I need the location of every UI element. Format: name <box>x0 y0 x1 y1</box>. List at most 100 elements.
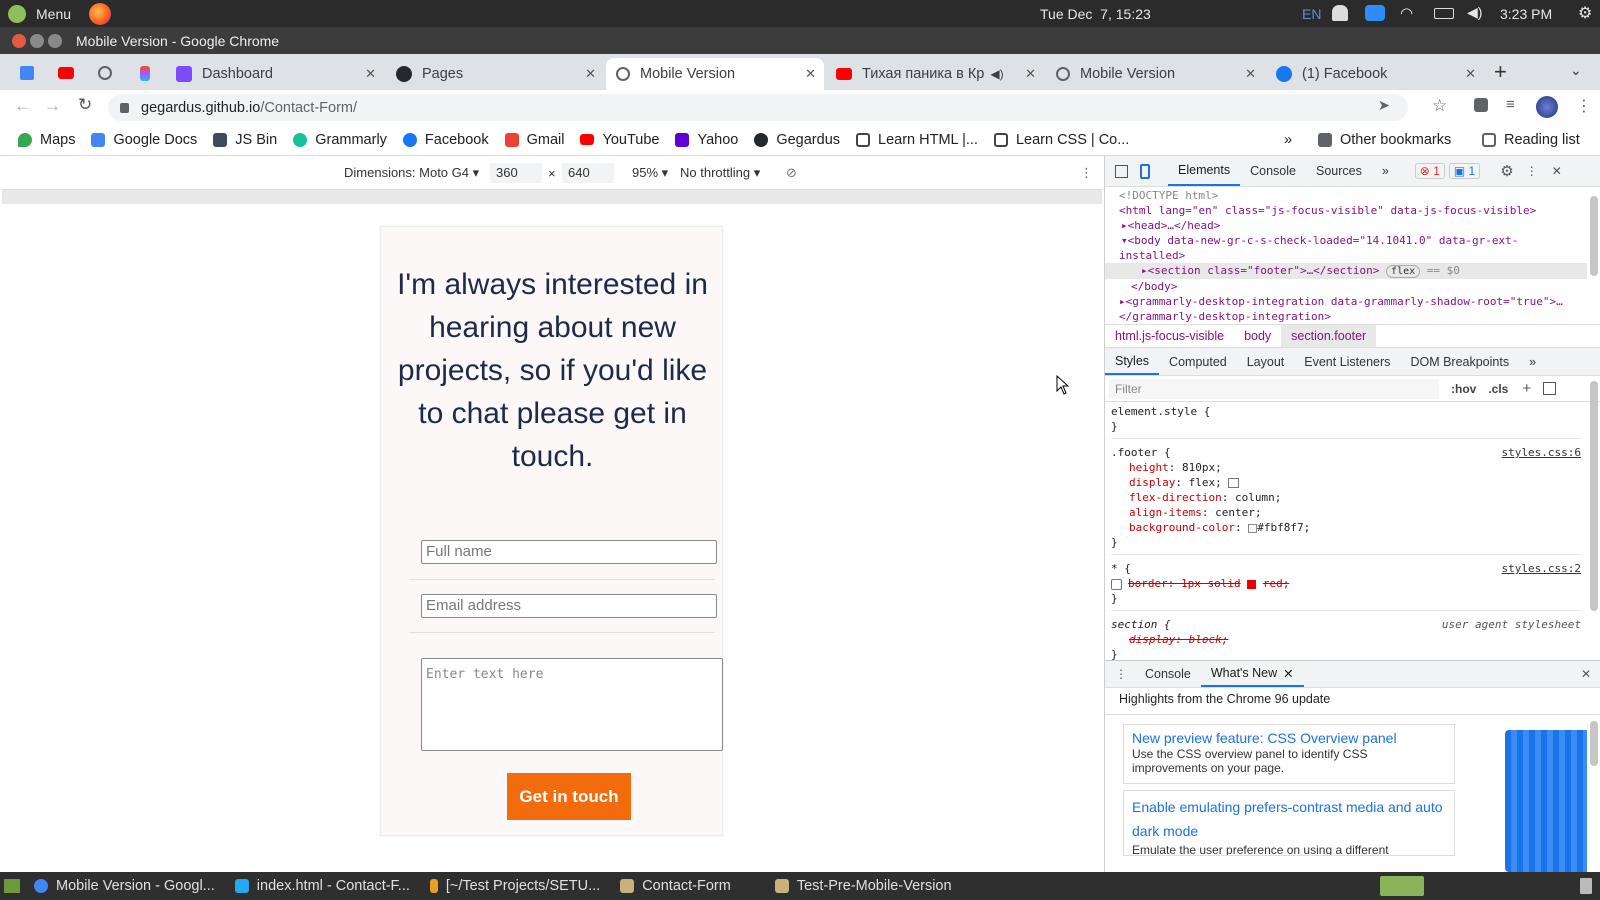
dom-line[interactable]: </body> <box>1119 279 1587 294</box>
rule-source-link[interactable]: styles.css:6 <box>1502 445 1581 460</box>
rule-source-link[interactable]: styles.css:2 <box>1502 561 1581 576</box>
feature-card-title[interactable]: New preview feature: CSS Overview panel <box>1132 729 1446 747</box>
taskbar-item-contact-form[interactable]: Contact-Form <box>620 878 731 894</box>
trash-icon[interactable] <box>1580 878 1592 894</box>
tab-sources[interactable]: Sources <box>1306 164 1372 178</box>
globe-pinned-tab-icon[interactable] <box>98 66 112 80</box>
dom-line[interactable]: <!DOCTYPE html> <box>1119 188 1587 203</box>
css-value[interactable]: flex; <box>1189 476 1222 489</box>
footer-rule[interactable]: .footer { styles.css:6 height: 810px; di… <box>1111 439 1581 555</box>
taskbar-item-test-pre-mobile[interactable]: Test-Pre-Mobile-Version <box>774 878 952 894</box>
notification-bell-icon[interactable] <box>1332 5 1348 21</box>
dom-line[interactable]: installed> <box>1119 248 1587 263</box>
tab-dom-breakpoints[interactable]: DOM Breakpoints <box>1400 355 1519 369</box>
get-in-touch-button[interactable]: Get in touch <box>507 773 631 820</box>
wifi-icon[interactable]: ◠ <box>1400 4 1413 22</box>
breadcrumb-item-active[interactable]: section.footer <box>1281 325 1377 347</box>
menu-label[interactable]: Menu <box>36 6 71 22</box>
property-checkbox[interactable] <box>1111 578 1122 590</box>
section-ua-rule[interactable]: section { user agent stylesheet display:… <box>1111 611 1581 664</box>
tab-layout[interactable]: Layout <box>1237 355 1295 369</box>
taskbar-item-terminal[interactable]: [~/Test Projects/SETU... <box>429 878 600 894</box>
css-value-disabled[interactable]: red; <box>1263 577 1290 590</box>
bookmark-google-docs[interactable]: Google Docs <box>91 132 197 148</box>
devtools-menu-icon[interactable]: ⋮ <box>1526 164 1538 178</box>
tab-event-listeners[interactable]: Event Listeners <box>1294 355 1400 369</box>
close-icon[interactable]: ✕ <box>805 66 816 82</box>
bookmark-star-icon[interactable]: ☆ <box>1432 96 1447 116</box>
tab-pages[interactable]: Pages ✕ <box>386 58 604 90</box>
dom-line[interactable]: ▾<body data-new-gr-c-s-check-loaded="14.… <box>1119 233 1587 248</box>
clock-date[interactable]: Tue Dec 7, 15:23 <box>1040 6 1151 22</box>
dom-line[interactable]: ▸<grammarly-desktop-integration data-gra… <box>1119 294 1587 309</box>
device-toggle-icon[interactable] <box>1140 163 1150 179</box>
css-prop[interactable]: height <box>1129 461 1169 474</box>
tab-console[interactable]: Console <box>1240 164 1306 178</box>
close-icon[interactable]: ✕ <box>1283 666 1293 681</box>
minimize-window-button[interactable] <box>30 33 44 48</box>
mint-menu-icon[interactable] <box>8 4 26 23</box>
email-input[interactable]: Email address <box>421 594 717 618</box>
tab-mobile-version-active[interactable]: Mobile Version ✕ <box>606 58 824 90</box>
forward-arrow-icon[interactable]: → <box>44 96 61 116</box>
bookmark-yahoo[interactable]: Yahoo <box>675 132 738 148</box>
drawer-scrollbar[interactable] <box>1590 721 1598 766</box>
bookmark-js-bin[interactable]: JS Bin <box>213 132 277 148</box>
avatar[interactable] <box>1536 96 1558 118</box>
css-value[interactable]: column; <box>1235 491 1281 504</box>
bookmark-facebook[interactable]: Facebook <box>402 132 489 148</box>
taskbar-item-chrome[interactable]: Mobile Version - Googl... <box>34 878 215 894</box>
bookmark-youtube[interactable]: YouTube <box>580 132 659 148</box>
drawer-tab-console[interactable]: Console <box>1135 667 1201 681</box>
dom-line[interactable]: ▸<head>…</head> <box>1119 218 1587 233</box>
close-icon[interactable]: ✕ <box>1025 66 1036 82</box>
figma-pinned-tab-icon[interactable] <box>140 66 150 81</box>
new-style-rule-icon[interactable]: + <box>1522 380 1531 397</box>
hover-state-toggle[interactable]: :hov <box>1451 382 1476 396</box>
youtube-pinned-tab-icon[interactable] <box>58 67 74 79</box>
tab-youtube-video[interactable]: Тихая паника в Кр ◀) ✕ <box>826 58 1044 90</box>
bookmark-other-bookmarks[interactable]: Other bookmarks <box>1318 132 1451 148</box>
url-path[interactable]: /Contact-Form/ <box>260 100 357 116</box>
tab-computed[interactable]: Computed <box>1159 355 1237 369</box>
reading-list-button[interactable]: Reading list <box>1482 132 1580 148</box>
breadcrumb-item[interactable]: body <box>1234 329 1281 343</box>
firefox-launcher-icon[interactable] <box>89 2 112 25</box>
bookmark-gmail[interactable]: Gmail <box>504 132 564 148</box>
close-window-button[interactable] <box>12 33 26 48</box>
address-bar[interactable]: gegardus.github.io/Contact-Form/ ➤ <box>108 94 1408 121</box>
tab-dashboard[interactable]: Dashboard ✕ <box>166 58 384 90</box>
keyboard-layout-indicator[interactable]: EN <box>1302 6 1321 22</box>
gear-icon[interactable]: ⚙ <box>1578 3 1592 23</box>
tab-elements[interactable]: Elements <box>1168 156 1241 186</box>
close-drawer-icon[interactable]: ✕ <box>1581 667 1591 681</box>
dom-line[interactable]: <html lang="en" class="js-focus-visible"… <box>1119 203 1587 218</box>
throttling-dropdown[interactable]: No throttling ▾ <box>680 165 760 181</box>
bookmark-grammarly[interactable]: Grammarly <box>293 132 387 148</box>
universal-rule[interactable]: * { styles.css:2 border: 1px solid red; … <box>1111 555 1581 611</box>
viewport-height-input[interactable]: 640 <box>562 163 614 183</box>
dom-line[interactable]: </grammarly-desktop-integration> <box>1119 309 1587 323</box>
close-icon[interactable]: ✕ <box>1465 66 1476 82</box>
class-toggle[interactable]: .cls <box>1488 382 1508 396</box>
more-tabs-chevron[interactable]: » <box>1372 164 1399 178</box>
css-prop[interactable]: flex-direction <box>1129 491 1222 504</box>
css-value[interactable]: 810px; <box>1182 461 1222 474</box>
device-dimensions-dropdown[interactable]: Dimensions: Moto G4 ▾ <box>344 165 479 181</box>
chrome-menu-icon[interactable]: ⋮ <box>1576 96 1592 116</box>
lock-icon[interactable] <box>120 102 129 113</box>
bookmark-gegardus[interactable]: Gegardus <box>754 132 840 148</box>
css-prop[interactable]: background-color <box>1129 521 1235 534</box>
css-prop-overridden[interactable]: display: block; <box>1129 633 1228 646</box>
rotate-icon[interactable]: ⊘ <box>786 165 797 181</box>
show-desktop-icon[interactable] <box>4 879 20 893</box>
settings-gear-icon[interactable]: ⚙ <box>1500 162 1513 180</box>
clock-time[interactable]: 3:23 PM <box>1500 6 1552 22</box>
zoom-dropdown[interactable]: 95% ▾ <box>632 165 668 181</box>
close-icon[interactable]: ✕ <box>585 66 596 82</box>
reload-icon[interactable]: ↻ <box>78 95 92 115</box>
element-style-rule[interactable]: element.style { } <box>1111 404 1581 439</box>
close-icon[interactable]: ✕ <box>365 66 376 82</box>
close-icon[interactable]: ✕ <box>1245 66 1256 82</box>
url-domain[interactable]: gegardus.github.io <box>141 100 260 116</box>
